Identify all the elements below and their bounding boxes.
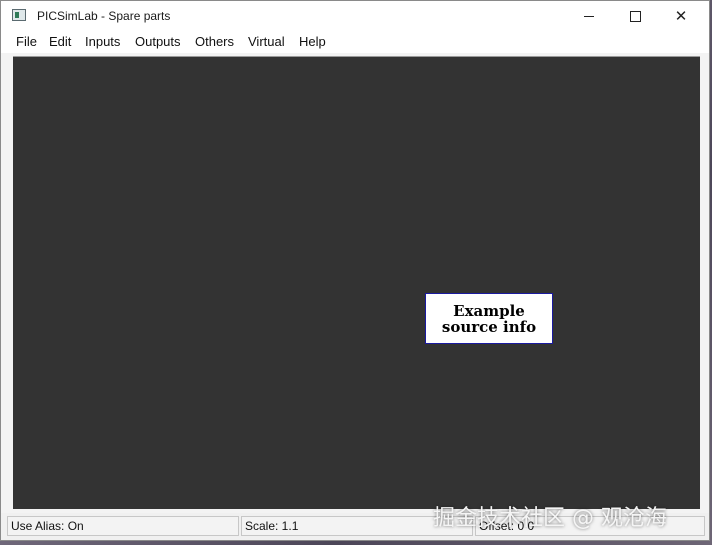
maximize-icon (629, 10, 641, 22)
minimize-icon (584, 15, 594, 17)
menu-outputs[interactable]: Outputs (135, 34, 181, 49)
menu-help[interactable]: Help (299, 34, 326, 49)
app-window: PICSimLab - Spare parts ✕ File Edit Inpu… (0, 0, 710, 541)
menu-inputs[interactable]: Inputs (85, 34, 120, 49)
close-icon: ✕ (674, 6, 688, 25)
status-alias: Use Alias: On (7, 516, 239, 536)
window-title: PICSimLab - Spare parts (37, 9, 171, 23)
part-label-line2: source info (441, 317, 537, 336)
parts-canvas[interactable]: Example source info (13, 56, 700, 509)
part-label-line1: Example (453, 301, 525, 320)
watermark: 掘金技术社区 @ 观沧海 (433, 506, 667, 531)
title-bar[interactable]: PICSimLab - Spare parts ✕ (1, 1, 709, 31)
app-icon (12, 9, 26, 21)
menu-others[interactable]: Others (195, 34, 234, 49)
maximize-button[interactable] (612, 1, 658, 31)
close-button[interactable]: ✕ (658, 1, 704, 31)
minimize-button[interactable] (566, 1, 612, 31)
menu-virtual[interactable]: Virtual (248, 34, 285, 49)
spare-part-source-info[interactable]: Example source info (425, 293, 553, 344)
menu-bar: File Edit Inputs Outputs Others Virtual … (1, 31, 709, 53)
menu-edit[interactable]: Edit (49, 34, 71, 49)
menu-file[interactable]: File (16, 34, 37, 49)
